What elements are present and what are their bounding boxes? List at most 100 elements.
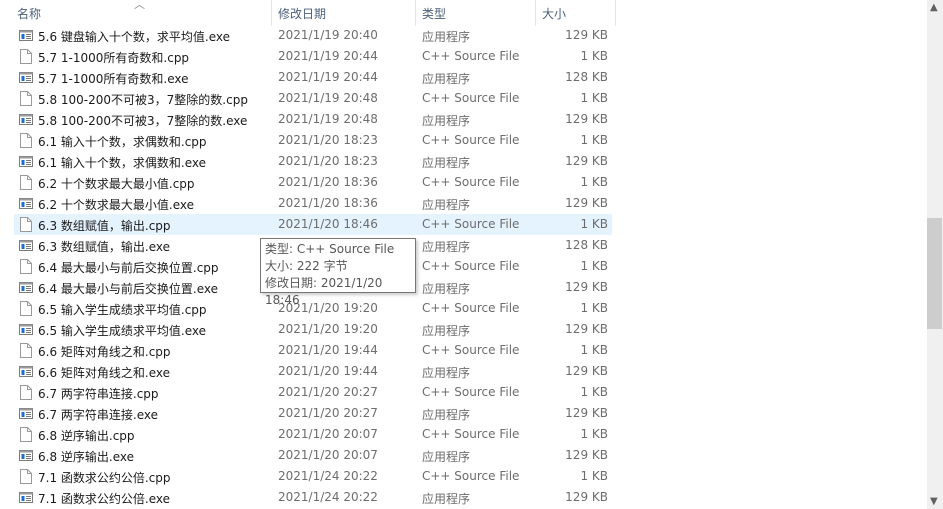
file-name: 6.1 输入十个数，求偶数和.cpp	[38, 135, 207, 149]
file-row[interactable]: 6.6 矩阵对角线之和.exe 2021/1/20 19:44 应用程序 129…	[14, 361, 612, 382]
file-type: 应用程序	[422, 240, 471, 254]
file-name: 6.6 矩阵对角线之和.cpp	[38, 345, 171, 359]
column-date[interactable]: 修改日期	[278, 5, 326, 22]
tooltip-size: 大小: 222 字节	[265, 259, 348, 273]
file-date: 2021/1/20 20:07	[278, 427, 378, 441]
file-date: 2021/1/24 20:22	[278, 490, 378, 504]
file-name: 5.7 1-1000所有奇数和.exe	[38, 72, 189, 86]
column-size[interactable]: 大小	[542, 5, 566, 22]
document-file-icon	[19, 217, 33, 232]
file-row[interactable]: 6.3 数组赋值，输出.cpp 2021/1/20 18:46 C++ Sour…	[14, 214, 612, 235]
file-name: 6.1 输入十个数，求偶数和.exe	[38, 156, 207, 170]
file-row[interactable]: 7.1 函数求公约公倍.exe 2021/1/24 20:22 应用程序 129…	[14, 487, 612, 508]
document-file-icon	[19, 133, 33, 148]
file-size: 129 KB	[565, 448, 608, 462]
column-name[interactable]: 名称	[17, 5, 41, 22]
file-date: 2021/1/20 19:44	[278, 364, 378, 378]
file-row[interactable]: 5.7 1-1000所有奇数和.cpp 2021/1/19 20:44 C++ …	[14, 46, 612, 67]
file-type: 应用程序	[422, 72, 471, 86]
document-file-icon	[19, 427, 33, 442]
file-row[interactable]: 6.2 十个数求最大最小值.exe 2021/1/20 18:36 应用程序 1…	[14, 193, 612, 214]
file-type: 应用程序	[422, 366, 471, 380]
file-type: C++ Source File	[422, 217, 520, 231]
column-divider[interactable]	[415, 0, 416, 26]
file-row[interactable]: 6.7 两字符串连接.exe 2021/1/20 20:27 应用程序 129 …	[14, 403, 612, 424]
file-type: 应用程序	[422, 408, 471, 422]
document-file-icon	[19, 343, 33, 358]
application-file-icon	[19, 28, 33, 43]
file-type: C++ Source File	[422, 469, 520, 483]
file-type: 应用程序	[422, 30, 471, 44]
file-date: 2021/1/19 20:48	[278, 91, 378, 105]
column-divider[interactable]	[535, 0, 536, 26]
file-row[interactable]: 5.7 1-1000所有奇数和.exe 2021/1/19 20:44 应用程序…	[14, 67, 612, 88]
file-name: 5.8 100-200不可被3，7整除的数.cpp	[38, 93, 248, 107]
file-name: 5.7 1-1000所有奇数和.cpp	[38, 51, 190, 65]
file-type: C++ Source File	[422, 175, 520, 189]
application-file-icon	[19, 154, 33, 169]
file-type: C++ Source File	[422, 385, 520, 399]
file-name: 7.1 函数求公约公倍.cpp	[38, 471, 171, 485]
file-size: 1 KB	[580, 469, 608, 483]
file-row[interactable]: 6.2 十个数求最大最小值.cpp 2021/1/20 18:36 C++ So…	[14, 172, 612, 193]
file-row[interactable]: 5.8 100-200不可被3，7整除的数.exe 2021/1/19 20:4…	[14, 109, 612, 130]
file-size: 1 KB	[580, 427, 608, 441]
file-type: 应用程序	[422, 156, 471, 170]
file-size: 1 KB	[580, 217, 608, 231]
file-row[interactable]: 7.1 函数求公约公倍.cpp 2021/1/24 20:22 C++ Sour…	[14, 466, 612, 487]
file-type: C++ Source File	[422, 49, 520, 63]
file-type: 应用程序	[422, 324, 471, 338]
file-type: 应用程序	[422, 450, 471, 464]
file-row[interactable]: 6.6 矩阵对角线之和.cpp 2021/1/20 19:44 C++ Sour…	[14, 340, 612, 361]
file-date: 2021/1/19 20:44	[278, 49, 378, 63]
application-file-icon	[19, 490, 33, 505]
file-row[interactable]: 6.1 输入十个数，求偶数和.cpp 2021/1/20 18:23 C++ S…	[14, 130, 612, 151]
file-row[interactable]: 5.6 键盘输入十个数，求平均值.exe 2021/1/19 20:40 应用程…	[14, 25, 612, 46]
scrollbar-thumb[interactable]	[927, 218, 942, 329]
application-file-icon	[19, 280, 33, 295]
file-name: 6.3 数组赋值，输出.exe	[38, 240, 171, 254]
column-type[interactable]: 类型	[422, 5, 446, 22]
file-size: 1 KB	[580, 301, 608, 315]
document-file-icon	[19, 385, 33, 400]
document-file-icon	[19, 259, 33, 274]
document-file-icon	[19, 301, 33, 316]
document-file-icon	[19, 91, 33, 106]
file-row[interactable]: 6.1 输入十个数，求偶数和.exe 2021/1/20 18:23 应用程序 …	[14, 151, 612, 172]
file-size: 129 KB	[565, 364, 608, 378]
file-row[interactable]: 6.8 逆序输出.exe 2021/1/20 20:07 应用程序 129 KB	[14, 445, 612, 466]
file-date: 2021/1/20 18:46	[278, 217, 378, 231]
application-file-icon	[19, 238, 33, 253]
document-file-icon	[19, 175, 33, 190]
scroll-down-icon[interactable]: ▼	[930, 496, 938, 507]
file-size: 129 KB	[565, 154, 608, 168]
file-name: 6.6 矩阵对角线之和.exe	[38, 366, 171, 380]
file-size: 129 KB	[565, 28, 608, 42]
file-type: C++ Source File	[422, 259, 520, 273]
file-size: 1 KB	[580, 343, 608, 357]
application-file-icon	[19, 364, 33, 379]
application-file-icon	[19, 196, 33, 211]
file-date: 2021/1/20 19:44	[278, 343, 378, 357]
application-file-icon	[19, 448, 33, 463]
application-file-icon	[19, 322, 33, 337]
file-type: 应用程序	[422, 114, 471, 128]
file-type: 应用程序	[422, 492, 471, 506]
file-row[interactable]: 6.5 输入学生成绩求平均值.exe 2021/1/20 19:20 应用程序 …	[14, 319, 612, 340]
file-row[interactable]: 5.8 100-200不可被3，7整除的数.cpp 2021/1/19 20:4…	[14, 88, 612, 109]
vertical-scrollbar[interactable]: ▲ ▼	[927, 0, 943, 509]
file-size: 129 KB	[565, 112, 608, 126]
file-type: C++ Source File	[422, 301, 520, 315]
file-type: 应用程序	[422, 282, 471, 296]
file-date: 2021/1/20 20:27	[278, 385, 378, 399]
file-name: 6.2 十个数求最大最小值.exe	[38, 198, 195, 212]
file-name: 6.8 逆序输出.cpp	[38, 429, 135, 443]
column-divider[interactable]	[271, 0, 272, 26]
file-name: 6.7 两字符串连接.cpp	[38, 387, 159, 401]
column-divider[interactable]	[615, 0, 616, 26]
file-size: 1 KB	[580, 49, 608, 63]
file-row[interactable]: 6.8 逆序输出.cpp 2021/1/20 20:07 C++ Source …	[14, 424, 612, 445]
file-name: 5.6 键盘输入十个数，求平均值.exe	[38, 30, 231, 44]
scroll-up-icon[interactable]: ▲	[930, 2, 938, 13]
file-row[interactable]: 6.7 两字符串连接.cpp 2021/1/20 20:27 C++ Sourc…	[14, 382, 612, 403]
